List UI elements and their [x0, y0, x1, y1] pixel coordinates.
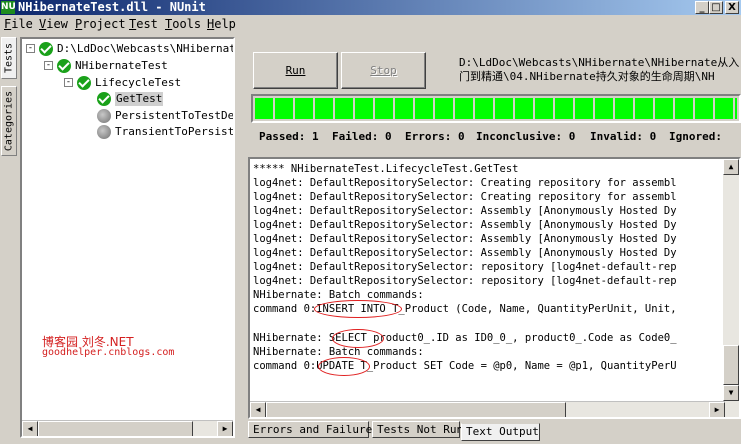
tree-node-label: PersistentToTestDet [115, 109, 235, 122]
output-line: NHibernate: SELECT product0_.ID as ID0_0… [253, 332, 677, 344]
run-button[interactable]: Run [253, 52, 338, 89]
output-line: log4net: DefaultRepositorySelector: Asse… [253, 233, 677, 245]
scroll-thumb[interactable] [723, 345, 739, 385]
progress-fill [255, 98, 737, 119]
assembly-path: D:\LdDoc\Webcasts\NHibernate\NHibernate从… [459, 56, 740, 83]
summary-invalid: Invalid: 0 [590, 130, 657, 143]
text-output-pane[interactable]: ***** NHibernateTest.LifecycleTest.GetTe… [248, 157, 741, 419]
stop-button[interactable]: Stop [341, 52, 426, 89]
menu-help[interactable]: Help [207, 17, 236, 32]
menu-test[interactable]: Test [129, 17, 158, 32]
annotation-ellipse [314, 300, 402, 318]
tree-node-label: LifecycleTest [95, 76, 182, 89]
panel-splitter[interactable] [240, 37, 243, 438]
summary-ignored: Ignored: [669, 130, 722, 143]
test-tree: - D:\LdDoc\Webcasts\NHibernate\ - NHiber… [20, 37, 235, 438]
side-tab-categories[interactable]: Categories [1, 86, 17, 156]
nunit-app-icon[interactable]: NU [1, 1, 16, 14]
tab-text-output[interactable]: Text Output [461, 423, 540, 441]
output-line: log4net: DefaultRepositorySelector: Asse… [253, 219, 677, 231]
output-line: log4net: DefaultRepositorySelector: repo… [253, 275, 677, 287]
menu-bar: File View Project Test Tools Help [0, 15, 741, 34]
window-title: NHibernateTest.dll - NUnit [18, 0, 206, 14]
maximize-button[interactable]: □ [709, 1, 723, 14]
menu-project[interactable]: Project [75, 17, 126, 32]
scroll-right-icon[interactable]: ▶ [217, 421, 233, 436]
tab-tests-not-run[interactable]: Tests Not Run [372, 421, 463, 438]
pass-icon [39, 42, 53, 56]
scroll-up-icon[interactable]: ▲ [723, 159, 739, 175]
output-line: ***** NHibernateTest.LifecycleTest.GetTe… [253, 163, 519, 175]
collapse-icon[interactable]: - [26, 44, 35, 53]
scroll-left-icon[interactable]: ◀ [250, 402, 266, 417]
pass-icon [77, 76, 91, 90]
output-line: log4net: DefaultRepositorySelector: Asse… [253, 205, 677, 217]
summary-inconclusive: Inconclusive: 0 [476, 130, 576, 143]
side-tab-tests[interactable]: Tests [1, 37, 17, 79]
menu-file[interactable]: File [4, 17, 33, 32]
menu-view[interactable]: View [39, 17, 68, 32]
output-line: log4net: DefaultRepositorySelector: Asse… [253, 247, 677, 259]
menu-tools[interactable]: Tools [165, 17, 201, 32]
collapse-icon[interactable]: - [44, 61, 53, 70]
tree-node-label: TransientToPersiste [115, 125, 235, 138]
output-line: log4net: DefaultRepositorySelector: Crea… [253, 177, 677, 189]
scroll-thumb[interactable] [38, 421, 193, 436]
tree-hscrollbar[interactable]: ◀ ▶ [22, 420, 233, 436]
output-line: log4net: DefaultRepositorySelector: repo… [253, 261, 677, 273]
tree-node-label: NHibernateTest [75, 59, 168, 72]
tree-node-label: GetTest [115, 92, 164, 106]
annotation-ellipse [318, 357, 370, 376]
scroll-thumb[interactable] [266, 402, 566, 417]
annotation-ellipse [332, 329, 384, 348]
summary-errors: Errors: 0 [405, 130, 465, 143]
not-run-icon [97, 109, 111, 123]
pass-icon [57, 59, 71, 73]
minimize-button[interactable]: _ [695, 1, 709, 14]
output-line: command 0:UPDATE T_Product SET Code = @p… [253, 360, 677, 372]
tree-node-label: D:\LdDoc\Webcasts\NHibernate\ [57, 42, 235, 55]
collapse-icon[interactable]: - [64, 78, 73, 87]
title-bar: NU NHibernateTest.dll - NUnit _ □ X [0, 0, 741, 15]
close-button[interactable]: X [725, 1, 739, 14]
summary-failed: Failed: 0 [332, 130, 392, 143]
output-vscrollbar[interactable]: ▲ ▼ [723, 159, 739, 417]
not-run-icon [97, 125, 111, 139]
scroll-left-icon[interactable]: ◀ [22, 421, 38, 436]
output-hscrollbar[interactable]: ◀ ▶ [250, 401, 725, 417]
pass-icon [97, 92, 111, 106]
tab-errors-and-failures[interactable]: Errors and Failures [248, 421, 379, 438]
scroll-down-icon[interactable]: ▼ [723, 385, 739, 401]
output-line: log4net: DefaultRepositorySelector: Crea… [253, 191, 677, 203]
summary-passed: Passed: 1 [259, 130, 319, 143]
watermark-url: goodhelper.cnblogs.com [42, 347, 175, 358]
scroll-right-icon[interactable]: ▶ [709, 402, 725, 417]
progress-bar [251, 94, 741, 123]
